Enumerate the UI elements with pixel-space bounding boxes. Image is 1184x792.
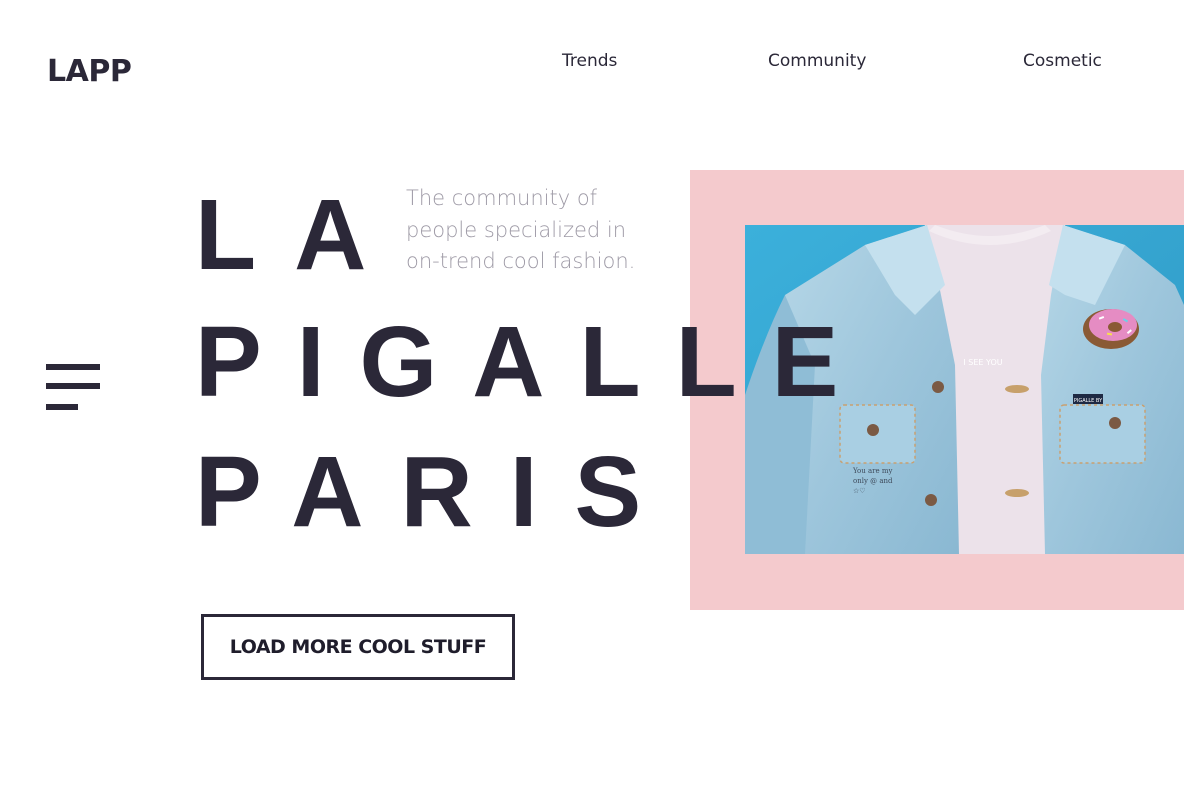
menu-bar-middle — [46, 383, 100, 389]
nav-link-community[interactable]: Community — [768, 50, 866, 72]
hero-tagline: The community of people specialized in o… — [406, 183, 686, 278]
landing-page: LAPP Trends Community Cosmetic PIGALLE B… — [0, 0, 1184, 792]
tagline-line-1: The community of — [406, 186, 598, 210]
handwriting-line-2: only @ and — [853, 477, 893, 485]
menu-bar-bottom — [46, 404, 78, 410]
hero-title-line-3: PARIS — [195, 436, 679, 548]
handwriting-line-3: ☆♡ — [853, 487, 866, 495]
handwriting-line-1: You are my — [852, 467, 892, 475]
tagline-line-2: people specialized in — [406, 217, 627, 242]
nav-link-cosmetic[interactable]: Cosmetic — [1023, 50, 1102, 72]
hero-title-line-1: LA — [195, 179, 405, 291]
menu-icon[interactable] — [46, 364, 102, 418]
jacket-tag-text: PIGALLE BY — [1074, 398, 1103, 404]
donut-pin — [1083, 309, 1139, 349]
tagline-line-3: on-trend cool fashion. — [406, 249, 636, 273]
nav-link-trends[interactable]: Trends — [562, 50, 617, 72]
hero-title-line-2: PIGALLE — [195, 306, 874, 418]
load-more-button[interactable]: LOAD MORE COOL STUFF — [201, 614, 515, 680]
menu-bar-top — [46, 364, 100, 370]
tshirt-print-text: I SEE YOU — [963, 358, 1002, 367]
logo[interactable]: LAPP — [47, 54, 132, 90]
